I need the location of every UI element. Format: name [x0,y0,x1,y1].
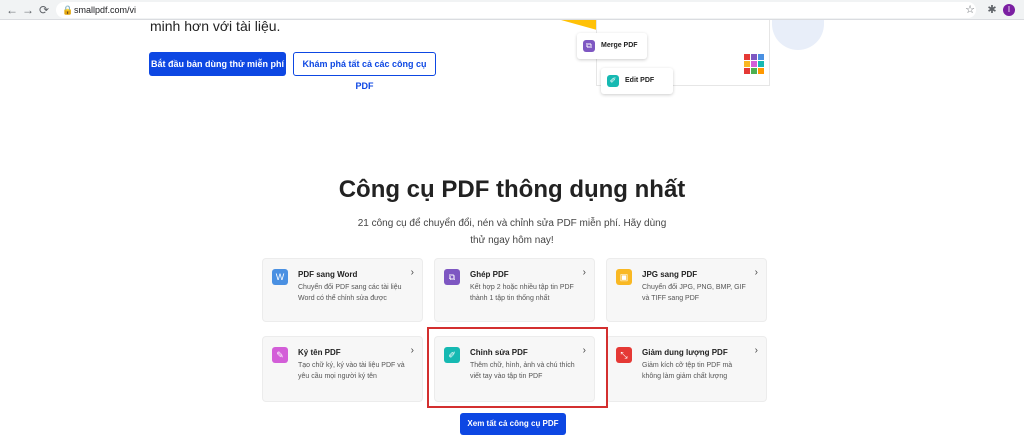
profile-avatar[interactable]: I [1003,4,1015,16]
tool-description: Chuyển đổi JPG, PNG, BMP, GIF và TIFF sa… [642,284,746,302]
chevron-right-icon: › [754,267,758,278]
see-all-tools-button[interactable]: Xem tất cả công cụ PDF [460,413,566,435]
lock-icon: 🔒 [62,5,74,15]
tool-card-pdf-to-word[interactable]: W PDF sang Word Chuyển đổi PDF sang các … [262,258,423,322]
address-bar[interactable]: 🔒 smallpdf.com/vi [56,2,976,18]
tool-title: Ghép PDF [470,270,509,279]
compress-icon: ⤡ [616,347,632,363]
chevron-right-icon: › [754,345,758,356]
illustration-edit-card: ✐ Edit PDF [601,68,673,94]
back-icon[interactable]: ← [4,2,20,18]
illustration-blob [772,20,824,50]
explore-tools-button[interactable]: Khám phá tất cả các công cụ PDF [293,52,436,91]
section-subtitle: 21 công cụ để chuyển đổi, nén và chỉnh s… [357,218,667,246]
reload-icon[interactable]: ⟳ [36,2,52,18]
tool-title: JPG sang PDF [642,270,698,279]
chevron-right-icon: › [410,267,414,278]
tool-card-merge-pdf[interactable]: ⧉ Ghép PDF Kết hợp 2 hoặc nhiều tập tin … [434,258,595,322]
tool-title: Ký tên PDF [298,348,341,357]
tool-description: Chuyển đổi PDF sang các tài liệu Word có… [298,284,402,302]
tool-card-sign-pdf[interactable]: ✎ Ký tên PDF Tạo chữ ký, ký vào tài liệu… [262,336,423,402]
forward-icon[interactable]: → [20,2,36,18]
tool-card-jpg-to-pdf[interactable]: ▣ JPG sang PDF Chuyển đổi JPG, PNG, BMP,… [606,258,767,322]
tool-card-compress-pdf[interactable]: ⤡ Giảm dung lượng PDF Giảm kích cỡ tệp t… [606,336,767,402]
hero-text: minh hơn với tài liệu. [150,18,281,34]
browser-toolbar: ← → ⟳ 🔒 smallpdf.com/vi ☆ ✱ I [0,0,1024,20]
tool-title: Giảm dung lượng PDF [642,348,728,357]
highlight-annotation [427,327,608,408]
chevron-right-icon: › [582,267,586,278]
tool-description: Giảm kích cỡ tệp tin PDF mà không làm gi… [642,362,733,380]
merge-icon: ⧉ [444,269,460,285]
tool-description: Tạo chữ ký, ký vào tài liệu PDF và yêu c… [298,362,405,380]
tool-title: PDF sang Word [298,270,358,279]
address-url: smallpdf.com/vi [74,5,137,15]
chevron-right-icon: › [410,345,414,356]
extensions-icon[interactable]: ✱ [984,2,1000,18]
image-icon: ▣ [616,269,632,285]
illustration-edit-label: Edit PDF [625,77,655,84]
start-free-trial-button[interactable]: Bắt đầu bản dùng thử miễn phí [149,52,286,76]
color-grid-icon [744,54,764,74]
edit-icon: ✐ [607,75,619,87]
illustration-merge-card: ⧉ Merge PDF [577,33,647,59]
section-title: Công cụ PDF thông dụng nhất [338,176,686,203]
merge-icon: ⧉ [583,40,595,52]
bookmark-star-icon[interactable]: ☆ [962,2,978,18]
word-icon: W [272,269,288,285]
tool-description: Kết hợp 2 hoặc nhiều tập tin PDF thành 1… [470,284,574,302]
illustration-merge-label: Merge PDF [601,42,638,49]
sign-icon: ✎ [272,347,288,363]
illustration-yellow-shape [561,20,597,30]
